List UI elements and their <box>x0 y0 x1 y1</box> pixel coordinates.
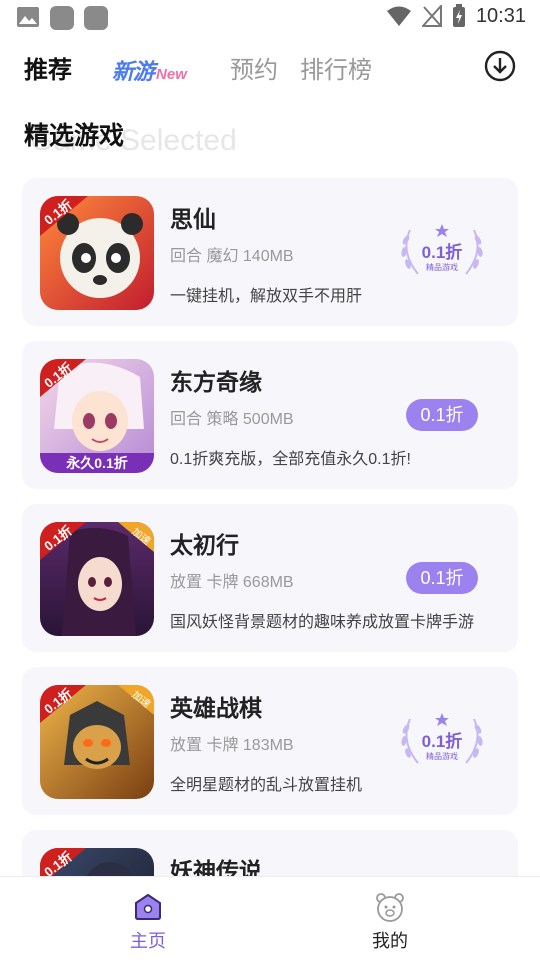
discount-label: 0.1折 <box>421 243 463 262</box>
home-icon <box>135 893 161 920</box>
game-meta: 放置 卡牌 668MB <box>170 574 294 591</box>
section-title: 精选游戏 <box>24 122 125 150</box>
premium-label: 精品游戏 <box>426 752 458 761</box>
game-card[interactable]: 0.1折 思仙 回合 魔幻 140MB 一键挂机，解放双手不用肝 0.1折 精品… <box>22 178 518 326</box>
no-signal-icon <box>421 5 442 27</box>
app-notification-icon <box>84 6 108 30</box>
discount-badge: 0.1折 <box>406 562 478 594</box>
game-card[interactable]: 0.1折 加速 英雄战棋 放置 卡牌 183MB 全明星题材的乱斗放置挂机 0.… <box>22 667 518 815</box>
game-name: 东方奇缘 <box>170 369 262 395</box>
discount-label: 0.1折 <box>421 732 463 751</box>
bottom-nav: 主页 我的 <box>0 876 540 960</box>
game-description: 全明星题材的乱斗放置挂机 <box>170 777 363 794</box>
game-description: 一键挂机，解放双手不用肝 <box>170 288 363 305</box>
game-thumbnail: 0.1折 <box>40 196 154 310</box>
tab-reserve[interactable]: 预约 <box>230 50 278 85</box>
premium-discount-badge: 0.1折 精品游戏 <box>396 711 488 771</box>
nav-mine[interactable]: 我的 <box>350 891 430 953</box>
status-bar: 10:31 <box>0 0 540 36</box>
nav-home[interactable]: 主页 <box>108 891 188 953</box>
game-thumbnail: 0.1折 加速 <box>40 685 154 799</box>
tab-recommend[interactable]: 推荐 <box>24 50 72 85</box>
game-thumbnail: 0.1折 永久0.1折 <box>40 359 154 473</box>
discount-badge: 0.1折 <box>406 399 478 431</box>
new-tag: New <box>156 66 187 83</box>
profile-bear-icon <box>376 893 404 922</box>
wifi-icon <box>386 6 411 26</box>
app-notification-icon <box>50 6 74 30</box>
game-meta: 回合 魔幻 140MB <box>170 248 294 265</box>
game-description: 国风妖怪背景题材的趣味养成放置卡牌手游 <box>170 614 475 631</box>
game-name: 英雄战棋 <box>170 695 262 721</box>
premium-discount-badge: 0.1折 精品游戏 <box>396 222 488 282</box>
game-meta: 回合 策略 500MB <box>170 411 294 428</box>
download-icon[interactable] <box>484 50 516 82</box>
battery-charging-icon <box>452 4 465 27</box>
game-description: 0.1折爽充版，全部充值永久0.1折! <box>170 451 411 468</box>
top-nav: 推荐 新游 New 预约 排行榜 <box>0 44 540 92</box>
game-thumbnail: 0.1折 加速 <box>40 522 154 636</box>
thumb-banner-label: 永久0.1折 <box>66 455 128 471</box>
image-notification-icon <box>17 7 39 27</box>
tab-new-games-label: 新游 <box>112 59 155 84</box>
game-card[interactable]: 0.1折 加速 太初行 放置 卡牌 668MB 国风妖怪背景题材的趣味养成放置卡… <box>22 504 518 652</box>
tab-new-games[interactable]: 新游 New <box>112 54 187 86</box>
tab-ranking[interactable]: 排行榜 <box>300 50 372 85</box>
status-time: 10:31 <box>475 4 526 27</box>
nav-mine-label: 我的 <box>372 931 408 951</box>
game-card[interactable]: 0.1折 永久0.1折 东方奇缘 回合 策略 500MB 0.1折爽充版，全部充… <box>22 341 518 489</box>
game-meta: 放置 卡牌 183MB <box>170 737 294 754</box>
premium-label: 精品游戏 <box>426 263 458 272</box>
game-name: 太初行 <box>170 532 239 558</box>
nav-home-label: 主页 <box>130 931 166 951</box>
game-name: 思仙 <box>170 206 216 232</box>
